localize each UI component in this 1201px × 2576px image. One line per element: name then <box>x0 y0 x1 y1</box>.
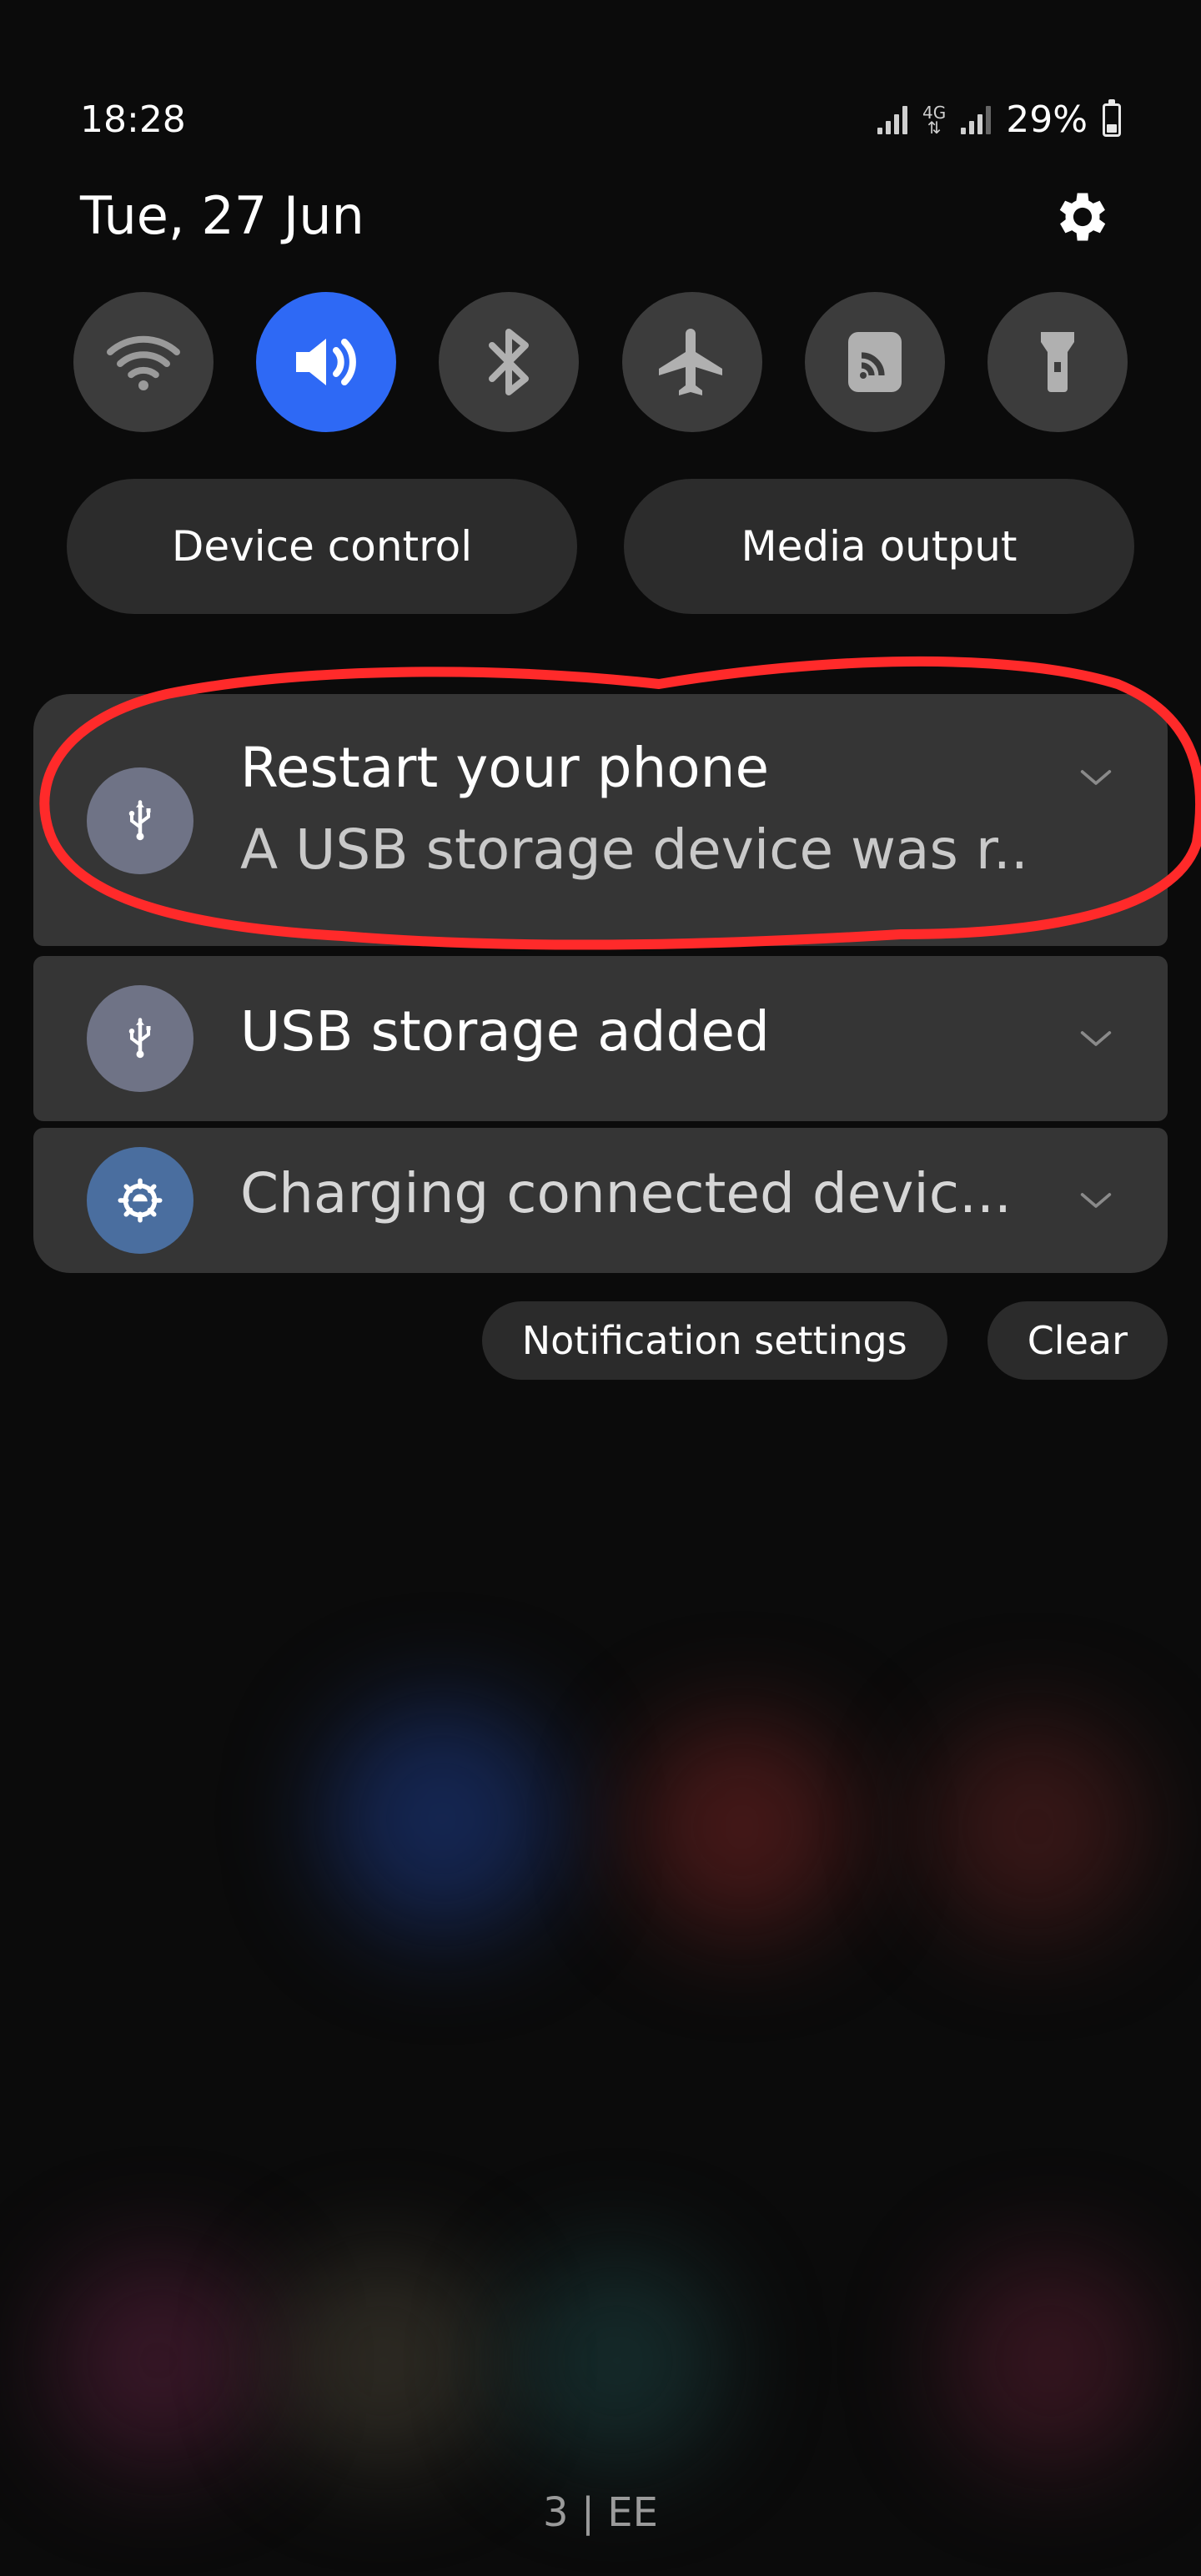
notification-card[interactable]: USB storage added <box>33 956 1168 1121</box>
chevron-down-icon[interactable] <box>1073 1177 1119 1224</box>
blurred-app-icon <box>325 1702 559 1935</box>
notification-app-icon <box>87 985 193 1092</box>
quick-toggle-bluetooth[interactable] <box>439 292 580 432</box>
signal-icon <box>877 105 907 134</box>
blurred-app-icon <box>942 2252 1159 2469</box>
notification-body: A USB storage device was r.. <box>240 818 1028 882</box>
blurred-app-icon <box>50 2252 267 2469</box>
settings-gear-icon[interactable] <box>1051 185 1114 249</box>
blurred-app-icon <box>926 1718 1143 1935</box>
clear-button[interactable]: Clear <box>987 1301 1168 1380</box>
battery-level <box>1107 123 1117 133</box>
bluetooth-icon <box>489 329 530 395</box>
notification-card[interactable]: Charging connected devic... <box>33 1128 1168 1273</box>
wifi-icon <box>107 335 180 390</box>
quick-settings-row <box>73 292 1128 432</box>
notification-title: Charging connected devic... <box>240 1161 1012 1225</box>
quick-toggle-nfc[interactable] <box>804 292 945 432</box>
battery-icon <box>1103 98 1121 137</box>
usb-icon <box>128 800 151 841</box>
quick-toggle-sound[interactable] <box>256 292 397 432</box>
notification-title: USB storage added <box>240 999 770 1064</box>
airplane-mode-icon <box>658 329 722 395</box>
chevron-down-icon[interactable] <box>1073 754 1119 801</box>
network-type-icon: 4G ⇅ <box>922 104 946 138</box>
media-output-button[interactable]: Media output <box>624 479 1134 614</box>
data-arrows-icon: ⇅ <box>927 117 942 138</box>
status-bar: 18:28 4G ⇅ 29% <box>0 0 1201 141</box>
carrier-label: 3 | EE <box>543 2489 658 2536</box>
date-label: Tue, 27 Jun <box>80 185 364 246</box>
blurred-app-icon <box>509 2252 726 2469</box>
quick-toggle-airplane-mode[interactable] <box>621 292 762 432</box>
status-icons: 4G ⇅ 29% <box>877 98 1121 141</box>
quick-toggle-flashlight[interactable] <box>987 292 1128 432</box>
quick-panel-pills: Device control Media output <box>67 479 1134 614</box>
sound-icon <box>296 339 357 385</box>
usb-icon <box>128 1018 151 1059</box>
notification-settings-button[interactable]: Notification settings <box>481 1301 947 1380</box>
chevron-down-icon[interactable] <box>1073 1015 1119 1062</box>
android-settings-icon <box>118 1178 163 1223</box>
notification-title: Restart your phone <box>240 736 770 800</box>
signal-icon <box>961 105 992 134</box>
blurred-app-icon <box>275 2252 492 2469</box>
notification-app-icon <box>87 1147 193 1254</box>
battery-percent: 29% <box>1006 98 1088 141</box>
notification-card[interactable]: Restart your phone A USB storage device … <box>33 694 1168 946</box>
notification-app-icon <box>87 767 193 874</box>
status-time: 18:28 <box>80 98 186 141</box>
quick-toggle-wifi[interactable] <box>73 292 214 432</box>
notification-actions: Notification settings Clear <box>481 1301 1168 1380</box>
device-control-button[interactable]: Device control <box>67 479 577 614</box>
nfc-icon <box>847 332 902 392</box>
flashlight-icon <box>1040 332 1074 392</box>
blurred-app-icon <box>634 1718 851 1935</box>
